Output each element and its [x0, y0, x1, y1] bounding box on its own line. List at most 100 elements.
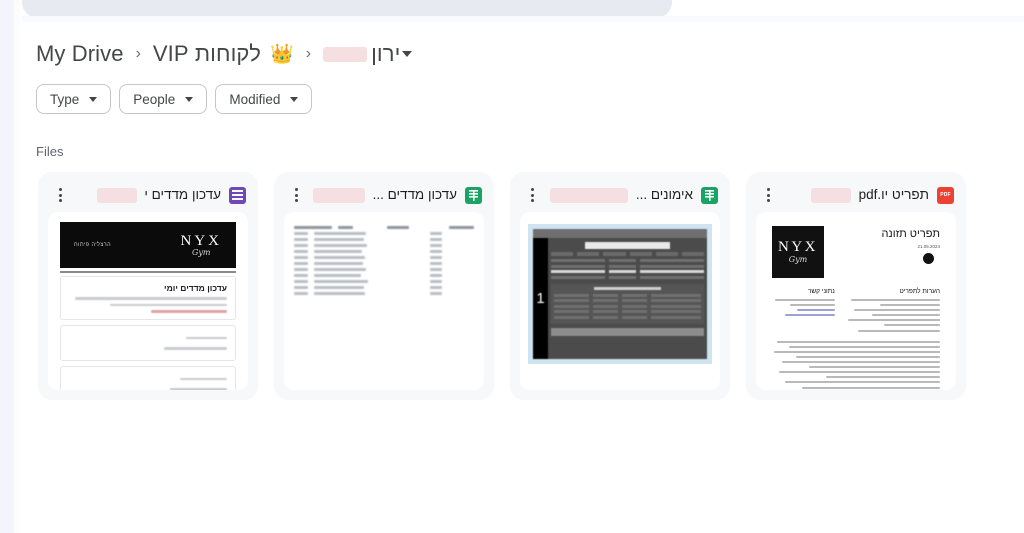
redacted-title-block — [810, 187, 851, 203]
form-question-block — [60, 365, 236, 390]
file-card-title: עדכון מדדים ... — [312, 187, 457, 203]
pdf-column-contact: נתוני קשר — [772, 288, 835, 335]
breadcrumb-separator-2: › — [305, 45, 312, 62]
file-card-header: עדכון מדדים ... — [282, 180, 486, 210]
banner-hebrew-text: הרצליה פיתוח — [74, 242, 111, 248]
kebab-menu-icon[interactable] — [524, 185, 540, 205]
form-answer-placeholder — [170, 388, 227, 390]
sheet-row — [294, 250, 474, 253]
sheet-row — [294, 286, 474, 289]
filter-chip-type-label: Type — [50, 91, 80, 107]
pdf-doc-title: תפריט תזונה — [881, 228, 940, 240]
filter-chip-modified-label: Modified — [229, 91, 281, 107]
form-question-label — [185, 336, 227, 339]
sheet-preview — [284, 212, 484, 390]
sheet-row — [294, 244, 474, 247]
nyx-logo: NYX Gym — [180, 232, 223, 257]
breadcrumb-item-current[interactable]: ירון — [323, 41, 400, 67]
sheet-row — [294, 268, 474, 271]
form-banner: NYX Gym הרצליה פיתוח — [60, 222, 236, 268]
pdf-body-lines — [772, 340, 940, 389]
screenshot-side-rail: 1 — [533, 238, 548, 359]
google-sheets-icon — [701, 186, 718, 204]
sheet-row — [294, 280, 474, 283]
file-card-header: PDF תפריט יו.pdf — [754, 180, 958, 210]
file-card-header: עדכון מדדים י — [46, 180, 250, 210]
file-thumbnail-app-screenshot: 1 — [520, 212, 720, 390]
pdf-icon: PDF — [937, 186, 954, 204]
sheet-header-row — [294, 226, 474, 229]
file-title-text: עדכון מדדים ... — [372, 187, 457, 203]
file-card-spreadsheet-2[interactable]: אימונים ... 1 — [510, 172, 730, 400]
file-card-title: עדכון מדדים י — [76, 187, 221, 203]
file-card-spreadsheet-1[interactable]: עדכון מדדים ... — [274, 172, 494, 400]
screenshot-search-bar — [585, 242, 670, 249]
form-desc-line — [75, 297, 227, 300]
file-card-form[interactable]: עדכון מדדים י NYX Gym הרצליה פיתוח עדכון… — [38, 172, 258, 400]
redacted-name-block — [323, 46, 368, 62]
nyx-script-text: Gym — [192, 247, 211, 257]
nyx-script-text: Gym — [788, 255, 808, 264]
google-sheets-icon — [465, 186, 482, 204]
pdf-section-heading: נתוני קשר — [807, 288, 835, 295]
filter-chip-modified[interactable]: Modified — [215, 84, 313, 114]
screenshot-section — [551, 283, 704, 324]
nyx-logo: NYX Gym — [772, 226, 824, 278]
form-required-note — [151, 310, 227, 313]
chevron-down-icon — [290, 96, 299, 102]
filter-chip-people[interactable]: People — [119, 84, 208, 114]
screenshot-frame: 1 — [528, 224, 712, 364]
file-card-title: תפריט יו.pdf — [784, 187, 929, 203]
breadcrumb-current-label: ירון — [371, 41, 401, 66]
sheet-row — [294, 256, 474, 259]
kebab-menu-icon[interactable] — [52, 185, 68, 205]
drive-folder-screen: My Drive › 👑 לקוחות VIP › ירון Type Peop… — [0, 0, 1024, 533]
screenshot-topbar — [533, 229, 707, 238]
form-desc-line — [110, 303, 227, 306]
pdf-preview-page: תפריט תזונה 21.05.2024 NYX Gym הערות לתפ… — [762, 218, 950, 389]
kebab-menu-icon[interactable] — [760, 185, 776, 205]
sheet-row — [294, 292, 474, 295]
form-question-block — [60, 324, 236, 361]
filter-chip-row: Type People Modified — [36, 84, 313, 114]
screenshot-footer-bar — [551, 328, 704, 336]
file-title-text: עדכון מדדים י — [144, 187, 221, 203]
pdf-logo-badge — [923, 253, 934, 264]
file-card-title: אימונים ... — [548, 187, 693, 203]
screenshot-table-row — [554, 293, 701, 297]
filter-chip-type[interactable]: Type — [36, 84, 112, 114]
pdf-column-notes: הערות לתפריט — [843, 288, 940, 335]
screenshot-body: 1 — [533, 238, 707, 359]
screenshot-table-row — [554, 315, 701, 319]
sheet-row — [294, 262, 474, 265]
screenshot-main-panel — [548, 238, 707, 359]
file-thumbnail-spreadsheet — [284, 212, 484, 390]
breadcrumb-item-vip[interactable]: 👑 לקוחות VIP — [153, 41, 294, 67]
form-question-label — [179, 377, 227, 380]
screenshot-table-row — [554, 304, 701, 308]
screenshot-tab-row — [551, 252, 705, 256]
pdf-title-group: תפריט תזונה 21.05.2024 — [881, 226, 940, 278]
redacted-title-block — [96, 187, 137, 203]
file-card-pdf[interactable]: PDF תפריט יו.pdf תפריט תזונה 21.05.2024 — [746, 172, 966, 400]
redacted-title-block — [312, 187, 365, 203]
screenshot-table-row — [554, 310, 701, 313]
pdf-section-heading: הערות לתפריט — [899, 288, 940, 295]
section-label-files: Files — [36, 144, 64, 159]
pdf-columns: הערות לתפריט נתוני קשר — [772, 288, 940, 335]
form-answer-placeholder — [163, 347, 227, 350]
screenshot-table-row — [554, 299, 701, 302]
google-forms-icon — [229, 186, 246, 204]
breadcrumb-item-my-drive[interactable]: My Drive — [36, 41, 124, 67]
form-divider — [60, 271, 236, 273]
screenshot-content: 1 — [533, 229, 707, 359]
chevron-down-icon — [185, 96, 194, 102]
screenshot-table-row — [551, 259, 704, 262]
breadcrumb-separator: › — [135, 45, 141, 62]
caret-down-icon[interactable] — [402, 51, 413, 57]
nyx-brand-text: NYX — [180, 232, 222, 249]
kebab-menu-icon[interactable] — [288, 185, 304, 205]
file-thumbnail-form: NYX Gym הרצליה פיתוח עדכון מדדים יומי — [48, 212, 248, 390]
pdf-icon-label: PDF — [940, 192, 951, 198]
sheet-row — [294, 232, 474, 235]
